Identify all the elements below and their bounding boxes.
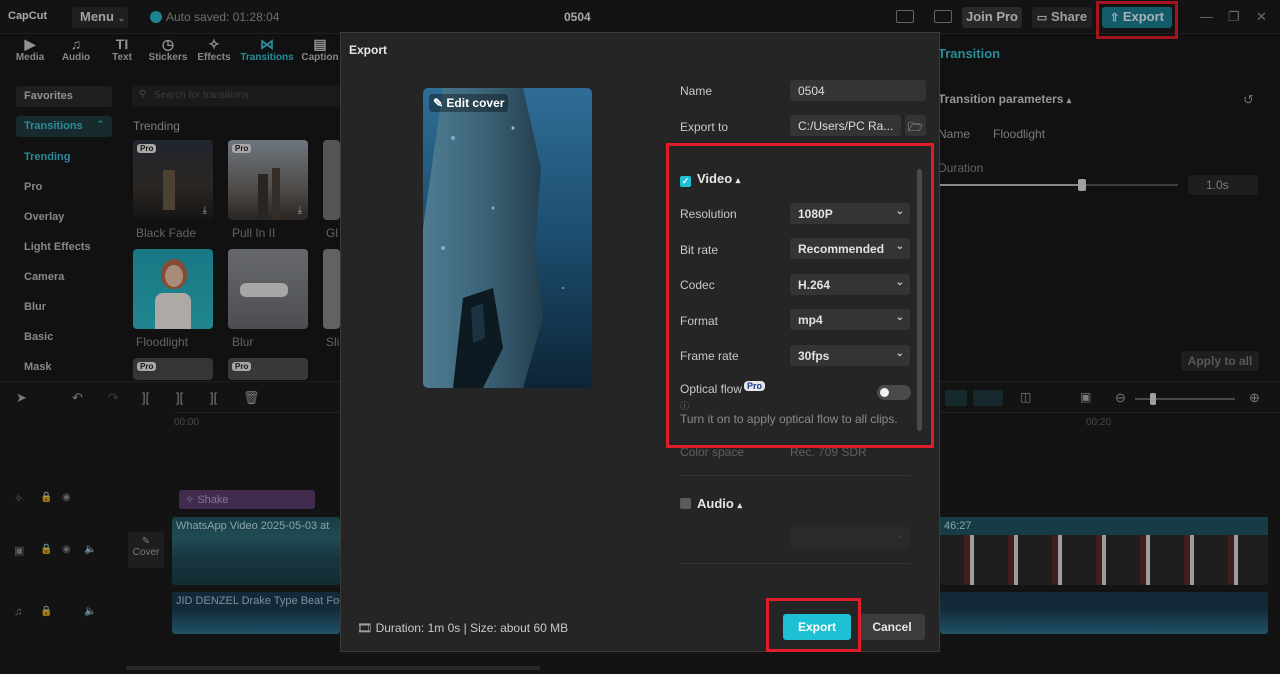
highlight-box-video-settings <box>666 143 934 448</box>
cover-image <box>423 88 592 388</box>
export-to-label: Export to <box>680 120 729 134</box>
cancel-button[interactable]: Cancel <box>859 614 925 640</box>
name-input[interactable]: 0504 <box>790 80 926 101</box>
folder-icon[interactable]: 🗁 <box>905 115 926 136</box>
export-dialog: Export ✎ Edit cover Name 0504 Export to … <box>340 32 940 652</box>
export-summary: 🎞 Duration: 1m 0s | Size: about 60 MB <box>357 621 569 635</box>
export-path-input[interactable]: C:/Users/PC Ra... <box>790 115 901 136</box>
section-divider <box>680 563 910 564</box>
highlight-box-export-button <box>766 598 861 652</box>
capcut-app: CapCut Menu ⌄ Auto saved: 01:28:04 0504 … <box>0 0 1280 674</box>
name-label: Name <box>680 84 713 98</box>
audio-section-header[interactable]: Audio ▴ <box>680 496 742 511</box>
cover-preview[interactable]: ✎ Edit cover <box>423 88 592 388</box>
chevron-up-icon: ▴ <box>737 500 742 510</box>
edit-cover-button[interactable]: ✎ Edit cover <box>429 94 509 112</box>
chevron-down-icon: ⌄ <box>895 530 904 541</box>
section-divider <box>680 475 910 476</box>
audio-checkbox[interactable] <box>680 498 691 509</box>
pencil-icon: ✎ <box>433 96 444 110</box>
audio-format-select-disabled: ⌄ <box>790 527 910 548</box>
film-icon: 🎞 <box>357 621 373 635</box>
dialog-title: Export <box>349 43 388 57</box>
